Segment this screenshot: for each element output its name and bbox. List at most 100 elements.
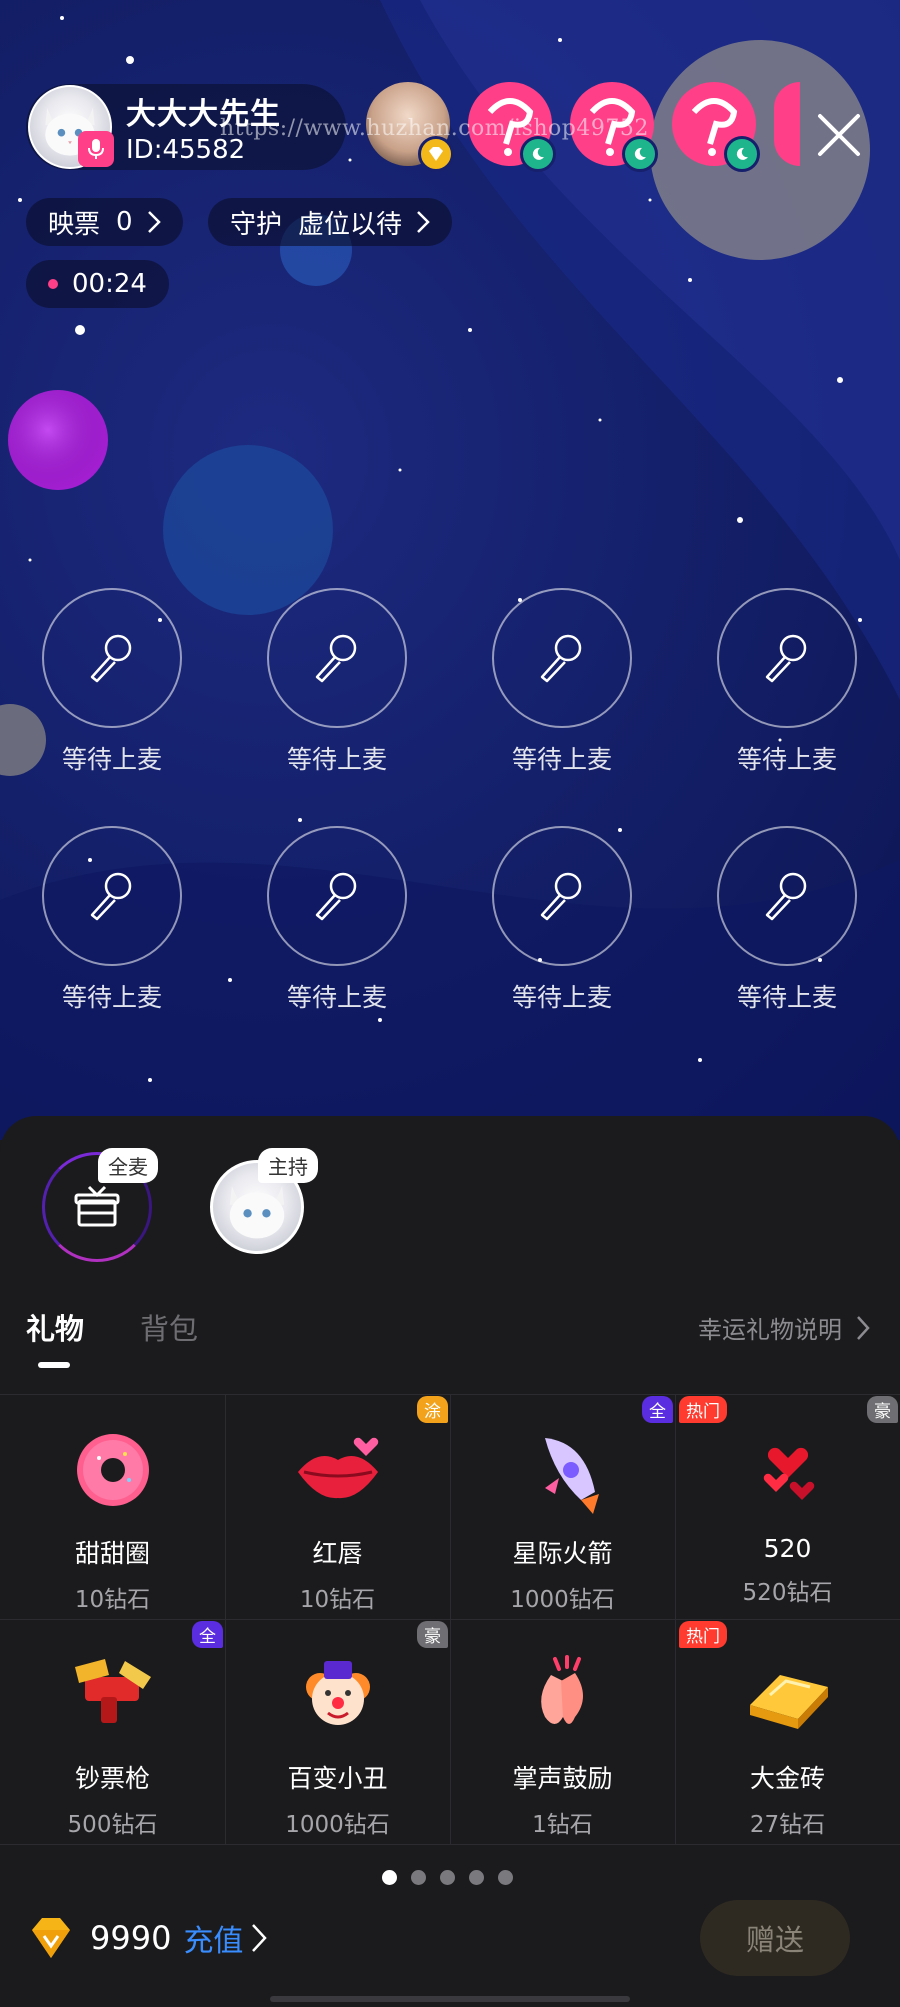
seat-label: 等待上麦 bbox=[736, 983, 837, 1012]
chevron-right-icon bbox=[857, 1315, 870, 1340]
mic-seat-7[interactable]: 等待上麦 bbox=[462, 826, 662, 1014]
chevron-right-icon[interactable] bbox=[251, 1923, 268, 1953]
seat-label: 等待上麦 bbox=[286, 745, 387, 774]
gift-tag-graffiti: 涂 bbox=[417, 1396, 448, 1423]
gift-item-clown[interactable]: 豪 百变小丑 1000钻石 bbox=[225, 1619, 450, 1844]
page-indicator bbox=[382, 1870, 513, 1885]
mic-badge-icon bbox=[78, 131, 114, 167]
microphone-icon bbox=[315, 872, 357, 921]
microphone-icon bbox=[765, 634, 807, 683]
gift-item-rocket[interactable]: 全 星际火箭 1000钻石 bbox=[450, 1394, 675, 1619]
gift-tag-hot: 热门 bbox=[679, 1621, 727, 1648]
gift-tag-all: 全 bbox=[642, 1396, 673, 1423]
mic-seat-2[interactable]: 等待上麦 bbox=[237, 588, 437, 776]
microphone-icon bbox=[90, 872, 132, 921]
page-dot-5[interactable] bbox=[498, 1870, 513, 1885]
live-dot-icon bbox=[48, 279, 58, 289]
home-indicator bbox=[270, 1996, 630, 2002]
gift-item-donut[interactable]: 甜甜圈 10钻石 bbox=[0, 1394, 225, 1619]
guard-value: 虚位以待 bbox=[298, 209, 403, 240]
mic-seat-5[interactable]: 等待上麦 bbox=[12, 826, 212, 1014]
gift-box-icon bbox=[74, 1185, 120, 1227]
gift-price: 520钻石 bbox=[742, 1580, 833, 1606]
gift-price: 1钻石 bbox=[532, 1812, 593, 1838]
moon-badge-icon bbox=[724, 136, 760, 172]
donut-icon bbox=[76, 1434, 149, 1506]
gift-item-gold-bar[interactable]: 热门 大金砖 27钻石 bbox=[675, 1619, 900, 1844]
chevron-right-icon bbox=[417, 211, 430, 233]
live-timer: 00:24 bbox=[72, 269, 147, 299]
page-dot-2[interactable] bbox=[411, 1870, 426, 1885]
gift-name: 红唇 bbox=[312, 1539, 363, 1568]
chevron-right-icon bbox=[147, 211, 161, 233]
microphone-icon bbox=[315, 634, 357, 683]
lucky-gift-info-label: 幸运礼物说明 bbox=[698, 1316, 842, 1344]
diamond-balance: 9990 充值 bbox=[28, 1916, 268, 1960]
gift-name: 掌声鼓励 bbox=[512, 1764, 613, 1793]
seat-label: 等待上麦 bbox=[736, 745, 837, 774]
gift-name: 百变小丑 bbox=[287, 1764, 388, 1793]
gift-item-lips[interactable]: 涂 红唇 10钻石 bbox=[225, 1394, 450, 1619]
mic-seat-6[interactable]: 等待上麦 bbox=[237, 826, 437, 1014]
gift-tag-hot: 热门 bbox=[679, 1396, 727, 1423]
close-icon[interactable] bbox=[812, 108, 866, 162]
tab-gift[interactable]: 礼物 bbox=[26, 1306, 84, 1348]
diamond-badge-icon bbox=[418, 136, 454, 172]
gift-price: 10钻石 bbox=[299, 1587, 376, 1613]
all-mics-tag: 全麦 bbox=[98, 1148, 158, 1183]
gift-name: 大金砖 bbox=[749, 1764, 825, 1793]
page-dot-1[interactable] bbox=[382, 1870, 397, 1885]
money-gun-icon bbox=[74, 1659, 151, 1723]
lips-icon bbox=[297, 1437, 378, 1499]
send-gift-button[interactable]: 赠送 bbox=[700, 1900, 850, 1976]
tab-indicator bbox=[38, 1362, 70, 1368]
gift-name: 星际火箭 bbox=[512, 1539, 613, 1568]
tab-bag[interactable]: 背包 bbox=[140, 1306, 198, 1348]
viewer-avatar-4[interactable] bbox=[672, 82, 760, 172]
gift-item-520[interactable]: 热门 豪 520 520钻石 bbox=[675, 1394, 900, 1619]
moon-badge-icon bbox=[520, 136, 556, 172]
hearts-icon bbox=[763, 1447, 814, 1500]
clown-icon bbox=[305, 1661, 370, 1725]
gift-name: 钞票枪 bbox=[74, 1764, 150, 1793]
host-tag: 主持 bbox=[258, 1148, 318, 1183]
gift-name: 520 bbox=[763, 1534, 812, 1563]
seat-label: 等待上麦 bbox=[286, 983, 387, 1012]
rocket-icon bbox=[544, 1438, 599, 1514]
mic-seat-1[interactable]: 等待上麦 bbox=[12, 588, 212, 776]
votes-label: 映票 bbox=[48, 209, 101, 240]
gift-tag-all: 全 bbox=[192, 1621, 223, 1648]
seat-label: 等待上麦 bbox=[61, 983, 162, 1012]
page-dot-3[interactable] bbox=[440, 1870, 455, 1885]
guard-pill[interactable]: 守护 虚位以待 bbox=[208, 198, 453, 246]
gift-price: 10钻石 bbox=[74, 1587, 151, 1613]
viewer-avatar-5[interactable] bbox=[774, 82, 800, 166]
microphone-icon bbox=[90, 634, 132, 683]
gift-item-money-gun[interactable]: 全 钞票枪 500钻石 bbox=[0, 1619, 225, 1844]
watermark-text: https://www.huzhan.com/ishop49752 bbox=[220, 116, 649, 141]
gift-price: 500钻石 bbox=[67, 1812, 158, 1838]
gift-name: 甜甜圈 bbox=[74, 1539, 150, 1568]
clap-icon bbox=[540, 1655, 583, 1724]
mic-seat-8[interactable]: 等待上麦 bbox=[687, 826, 887, 1014]
balance-amount: 9990 bbox=[90, 1919, 172, 1957]
gift-price: 1000钻石 bbox=[510, 1587, 615, 1613]
gift-price: 1000钻石 bbox=[285, 1812, 390, 1838]
gift-tag-luxury: 豪 bbox=[867, 1396, 898, 1423]
microphone-icon bbox=[765, 872, 807, 921]
mic-seat-4[interactable]: 等待上麦 bbox=[687, 588, 887, 776]
gift-price: 27钻石 bbox=[749, 1812, 826, 1838]
gift-item-clap[interactable]: 掌声鼓励 1钻石 bbox=[450, 1619, 675, 1844]
voice-room-stage: 大大大先生 ID:45582 https://www.huzhan.com/is… bbox=[0, 0, 900, 1140]
seat-label: 等待上麦 bbox=[511, 745, 612, 774]
votes-pill[interactable]: 映票 0 bbox=[26, 198, 183, 246]
host-avatar[interactable] bbox=[28, 85, 114, 169]
guard-label: 守护 bbox=[230, 209, 283, 240]
page-dot-4[interactable] bbox=[469, 1870, 484, 1885]
mic-seat-3[interactable]: 等待上麦 bbox=[462, 588, 662, 776]
votes-value: 0 bbox=[116, 207, 133, 237]
lucky-gift-info-link[interactable]: 幸运礼物说明 bbox=[698, 1310, 870, 1345]
microphone-icon bbox=[540, 634, 582, 683]
recharge-link[interactable]: 充值 bbox=[183, 1916, 243, 1960]
gift-panel: 全麦 主持 礼物 背包 幸运礼物说明 甜甜圈 10钻石 涂 红唇 10钻石 全 … bbox=[0, 1116, 900, 2007]
